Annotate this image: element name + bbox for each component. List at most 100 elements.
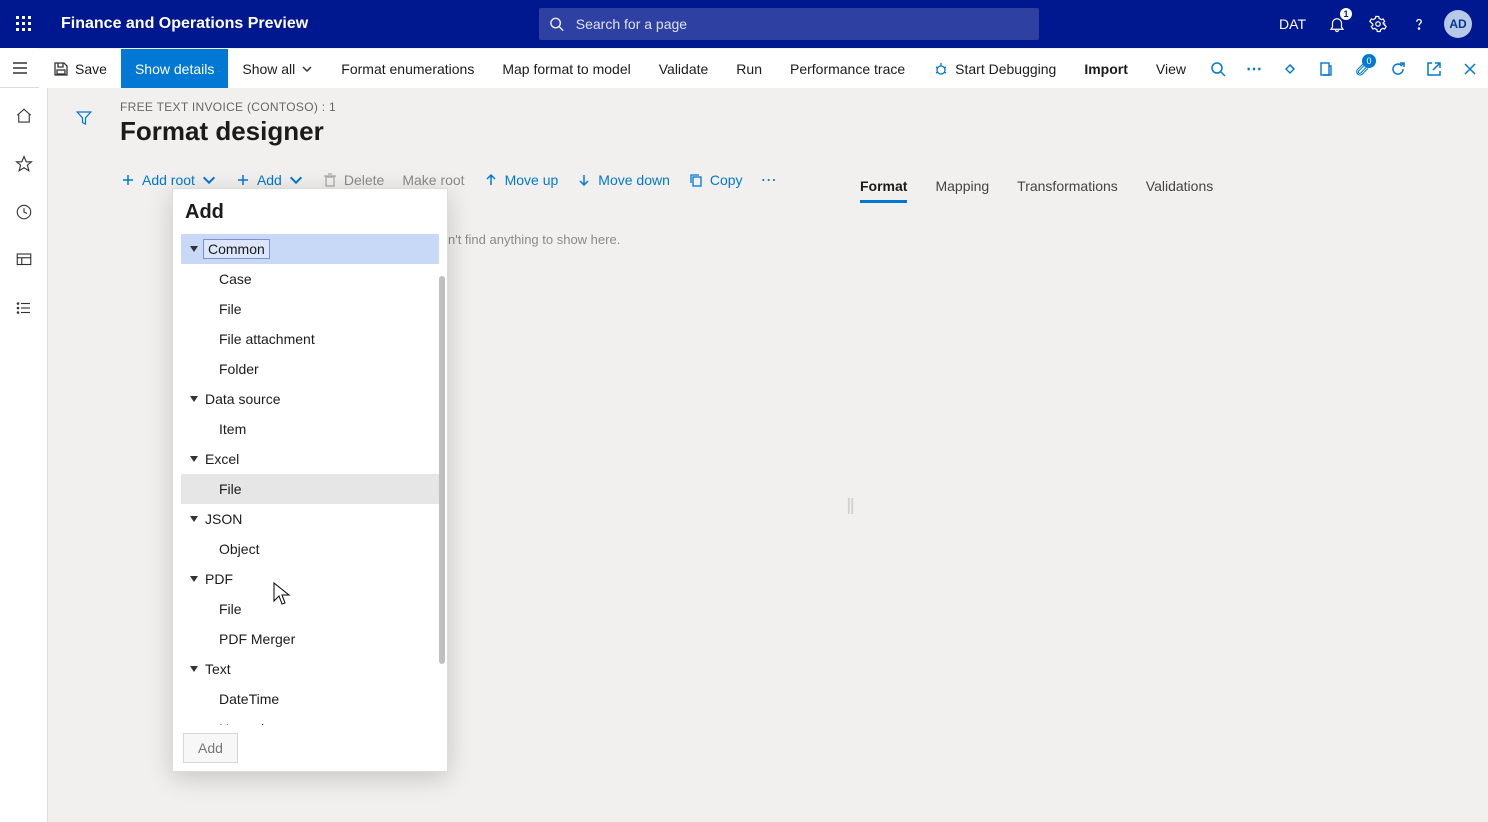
tab-validations[interactable]: Validations [1146,178,1213,203]
copy-button[interactable]: Copy [688,172,743,188]
gear-icon [1369,15,1387,33]
add-button[interactable]: Add [235,172,304,188]
company-code[interactable]: DAT [1269,16,1316,32]
filter-button[interactable] [64,98,104,138]
plus-icon [235,172,251,188]
find-button[interactable] [1200,49,1236,88]
save-button[interactable]: Save [39,49,121,88]
star-icon [15,155,33,173]
rail-workspaces-button[interactable] [12,248,36,272]
make-root-label: Make root [402,172,464,188]
popout-button[interactable] [1416,49,1452,88]
global-search[interactable] [539,8,1039,40]
tree-item-label: Item [219,421,246,437]
tree-group-data-source[interactable]: Data source [181,384,439,414]
hamburger-button[interactable] [0,48,39,88]
tree-item-item[interactable]: Item [181,414,439,444]
tree-group-label: Data source [203,391,280,407]
related-button[interactable] [1272,49,1308,88]
tree-item-folder[interactable]: Folder [181,354,439,384]
tree-item-label: File [219,601,242,617]
tree-item-datetime[interactable]: DateTime [181,684,439,714]
rail-modules-button[interactable] [12,296,36,320]
start-debug-button[interactable]: Start Debugging [919,49,1070,88]
tab-mapping[interactable]: Mapping [935,178,989,203]
validate-button[interactable]: Validate [645,49,723,88]
tree-item-file-attachment[interactable]: File attachment [181,324,439,354]
view-button[interactable]: View [1142,49,1200,88]
tree-group-pdf[interactable]: PDF [181,564,439,594]
rail-favorites-button[interactable] [12,152,36,176]
show-all-label: Show all [242,61,295,77]
caret-down-icon [185,664,203,674]
tab-transformations[interactable]: Transformations [1017,178,1118,203]
move-up-button[interactable]: Move up [483,172,559,188]
add-label: Add [257,172,282,188]
help-button[interactable] [1399,0,1439,48]
map-format-button[interactable]: Map format to model [488,49,644,88]
format-enum-button[interactable]: Format enumerations [327,49,488,88]
tree-item-file[interactable]: File [181,594,439,624]
attachments-button[interactable]: 0 [1344,49,1380,88]
page-icon [1318,61,1334,77]
empty-tree-message-tail: n't find anything to show here. [448,232,620,247]
tree-group-text[interactable]: Text [181,654,439,684]
notifications-button[interactable]: 1 [1317,0,1357,48]
popover-add-button[interactable]: Add [183,733,238,763]
search-icon [549,16,564,32]
search-icon [1210,61,1226,77]
perf-trace-button[interactable]: Performance trace [776,49,919,88]
arrow-down-icon [576,172,592,188]
caret-down-icon [185,454,203,464]
move-up-label: Move up [505,172,559,188]
tab-format[interactable]: Format [860,178,907,203]
caret-down-icon [185,244,203,254]
tree-item-pdf-merger[interactable]: PDF Merger [181,624,439,654]
toolbar-overflow-button[interactable]: ⋯ [761,170,777,190]
action-pane: Save Show details Show all Format enumer… [0,48,1488,88]
show-details-button[interactable]: Show details [121,49,228,88]
tree-item-numeric[interactable]: Numeric [181,714,439,725]
move-down-button[interactable]: Move down [576,172,670,188]
debug-icon [933,61,949,77]
tree-group-json[interactable]: JSON [181,504,439,534]
validate-label: Validate [659,61,709,77]
tree-item-label: Object [219,541,259,557]
tree-group-label: Excel [203,451,239,467]
import-button[interactable]: Import [1070,49,1142,88]
tree-group-label: Text [203,661,231,677]
waffle-icon[interactable] [0,0,48,48]
tree-item-file[interactable]: File [181,294,439,324]
add-popover: Add CommonCaseFileFile attachmentFolderD… [172,188,448,772]
refresh-button[interactable] [1380,49,1416,88]
splitter-handle[interactable]: ‖ [846,494,855,520]
add-root-button[interactable]: Add root [120,172,217,188]
tree-item-file[interactable]: File [181,474,439,504]
delete-button: Delete [322,172,384,188]
tree-item-case[interactable]: Case [181,264,439,294]
overflow-button[interactable]: ⋯ [1236,49,1272,88]
save-icon [53,61,69,77]
format-enum-label: Format enumerations [341,61,474,77]
popover-tree[interactable]: CommonCaseFileFile attachmentFolderData … [173,230,447,725]
tree-group-common[interactable]: Common [181,234,439,264]
rail-recent-button[interactable] [12,200,36,224]
tree-item-label: File [219,481,242,497]
user-avatar[interactable]: AD [1444,10,1472,38]
nav-rail [0,88,48,822]
close-icon [1463,62,1477,76]
run-button[interactable]: Run [722,49,776,88]
show-all-button[interactable]: Show all [228,49,327,88]
chevron-down-icon [201,172,217,188]
search-input[interactable] [574,15,1029,33]
close-button[interactable] [1452,49,1488,88]
tree-item-object[interactable]: Object [181,534,439,564]
settings-button[interactable] [1358,0,1398,48]
main-content: FREE TEXT INVOICE (CONTOSO) : 1 Format d… [48,88,1488,822]
app-title: Finance and Operations Preview [48,15,308,33]
rail-home-button[interactable] [12,104,36,128]
tree-group-excel[interactable]: Excel [181,444,439,474]
scrollbar-thumb[interactable] [439,276,445,664]
options-button[interactable] [1308,49,1344,88]
tree-item-label: DateTime [219,691,279,707]
